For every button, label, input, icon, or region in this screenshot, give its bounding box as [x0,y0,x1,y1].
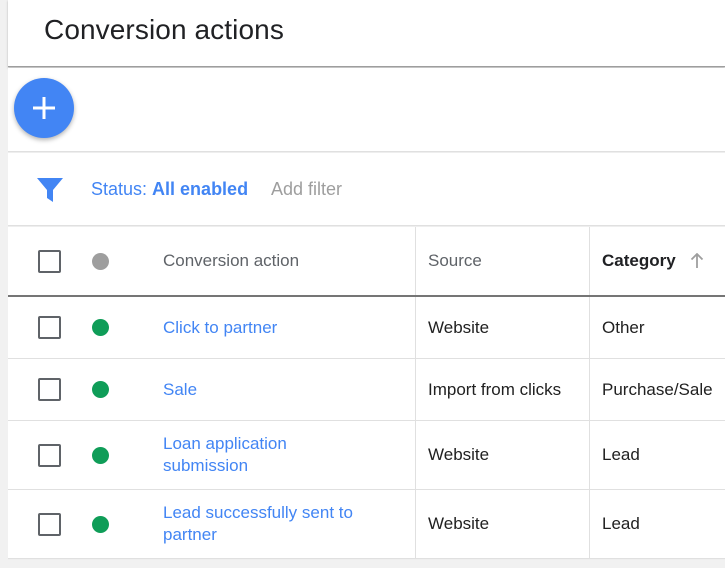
filter-bar: Status: All enabled Add filter [8,153,725,226]
table-row: Loan application submission Website Lead [8,421,725,490]
conversion-action-link[interactable]: Sale [163,379,197,401]
row-checkbox[interactable] [38,378,61,401]
select-all-checkbox[interactable] [38,249,61,273]
column-header-conversion-action[interactable]: Conversion action [163,227,413,295]
add-filter-link[interactable]: Add filter [271,179,342,200]
column-header-source[interactable]: Source [415,227,589,295]
conversion-action-link[interactable]: Lead successfully sent to partner [163,502,378,546]
status-enabled-dot [92,446,109,464]
status-filter-label: Status: [91,179,148,199]
left-gutter [0,0,8,568]
status-column-dot [92,252,109,270]
row-checkbox[interactable] [38,443,61,467]
conversion-action-link[interactable]: Loan application submission [163,433,313,477]
row-checkbox[interactable] [38,316,61,339]
action-bar [8,68,725,152]
status-enabled-dot [92,515,109,533]
plus-icon [33,97,55,119]
column-header-category[interactable]: Category [589,227,725,295]
arrow-up-icon[interactable] [690,253,704,269]
add-conversion-button[interactable] [14,78,74,138]
source-cell: Website [415,490,589,558]
category-cell: Other [589,297,725,358]
table-footer-strip [8,560,725,568]
table-header-row: Conversion action Source Category [8,227,725,297]
conversion-actions-table: Conversion action Source Category Click … [8,227,725,559]
table-row: Sale Import from clicks Purchase/Sale [8,359,725,421]
conversion-action-link[interactable]: Click to partner [163,317,277,339]
source-cell: Website [415,421,589,489]
table-row: Lead successfully sent to partner Websit… [8,490,725,559]
page-header: Conversion actions [8,0,725,67]
status-enabled-dot [92,319,109,336]
status-filter-value: All enabled [152,179,249,199]
column-header-category-label: Category [602,251,676,270]
filter-icon[interactable] [36,177,64,203]
status-filter-chip[interactable]: Status: All enabled [91,179,248,200]
table-row: Click to partner Website Other [8,297,725,359]
source-cell: Website [415,297,589,358]
status-enabled-dot [92,381,109,398]
category-cell: Purchase/Sale [589,359,725,420]
row-checkbox[interactable] [38,512,61,536]
category-cell: Lead [589,490,725,558]
page-title: Conversion actions [44,14,284,45]
source-cell: Import from clicks [415,359,589,420]
category-cell: Lead [589,421,725,489]
